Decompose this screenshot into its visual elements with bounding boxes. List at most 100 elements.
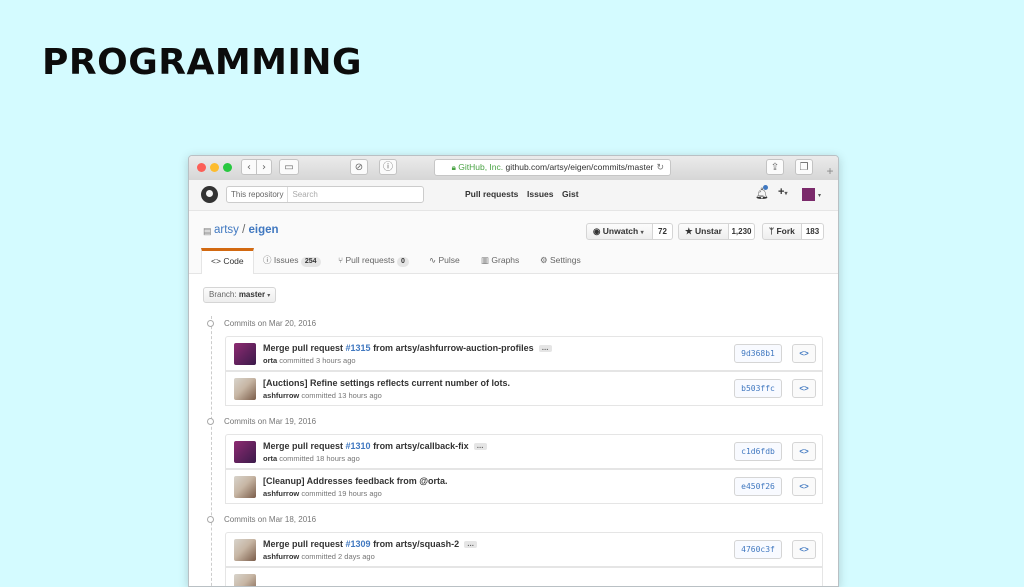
repo-owner-link[interactable]: artsy [214, 224, 239, 236]
chevron-down-icon: ▾ [267, 293, 271, 299]
avatar[interactable] [234, 378, 256, 400]
commit-author[interactable]: ashfurrow [263, 391, 299, 400]
commit-author[interactable]: orta [263, 454, 277, 463]
nav-gist[interactable]: Gist [562, 189, 579, 199]
pulls-counter: 0 [397, 257, 409, 267]
browse-code-button[interactable]: <> [792, 477, 816, 496]
browse-code-button[interactable]: <> [792, 540, 816, 559]
avatar[interactable] [234, 539, 256, 561]
url-security: GitHub, Inc. [458, 162, 504, 172]
close-window-button[interactable] [197, 163, 206, 172]
issues-counter: 254 [300, 257, 321, 267]
back-button[interactable]: ‹ [241, 159, 257, 175]
minimize-window-button[interactable] [210, 163, 219, 172]
block-icon[interactable]: ⊘ [350, 159, 368, 175]
branch-select[interactable]: Branch: master ▾ [203, 287, 277, 303]
reload-icon[interactable]: ↻ [656, 160, 664, 175]
nav-issues[interactable]: Issues [527, 189, 553, 199]
tab-issues[interactable]: ⓘ Issues 254 [263, 248, 321, 273]
repo-separator: / [242, 224, 246, 236]
tab-graphs[interactable]: ▥ Graphs [481, 248, 519, 273]
tab-pulse-label: Pulse [438, 255, 460, 265]
chevron-down-icon[interactable]: ▾ [818, 192, 821, 199]
fork-button[interactable]: ᛘ Fork [762, 223, 802, 240]
commit-icon [207, 418, 214, 426]
slide-title: PROGRAMMING [42, 42, 363, 83]
info-icon[interactable]: ⓘ [379, 159, 397, 175]
commit-author[interactable]: ashfurrow [263, 489, 299, 498]
commit-message[interactable]: [Auctions] Refine settings reflects curr… [263, 378, 510, 388]
commit-author[interactable]: orta [263, 356, 277, 365]
pulse-icon: ∿ [429, 255, 437, 265]
sidebar-toggle-icon[interactable]: ▭ [279, 159, 299, 175]
github-logo-icon[interactable] [201, 186, 218, 203]
search-placeholder: Search [292, 190, 318, 199]
commit-message[interactable]: Merge pull request #1315 from artsy/ashf… [263, 343, 552, 353]
forward-button[interactable]: › [256, 159, 272, 175]
unstar-button[interactable]: ★ Unstar [678, 223, 729, 240]
user-avatar[interactable] [802, 188, 815, 201]
browse-code-button[interactable]: <> [792, 344, 816, 363]
commit-row: Merge pull request #1315 from artsy/ashf… [225, 336, 823, 371]
expand-message-button[interactable]: … [538, 345, 552, 353]
star-icon: ★ [685, 226, 693, 236]
url-path: github.com/artsy/eigen/commits/master [505, 162, 654, 172]
avatar[interactable] [234, 476, 256, 498]
branch-label: Branch: [209, 290, 237, 299]
tab-pulls-label: Pull requests [345, 255, 395, 265]
commit-message[interactable]: Merge pull request #1310 from artsy/call… [263, 441, 487, 451]
repo-title: artsy / eigen [214, 224, 279, 236]
commit-meta: orta committed 3 hours ago [263, 356, 356, 365]
browse-code-button[interactable]: <> [792, 442, 816, 461]
pull-request-link[interactable]: #1315 [346, 343, 371, 353]
tab-pulse[interactable]: ∿ Pulse [429, 248, 460, 273]
commit-row: [Auctions] Refine settings reflects curr… [225, 371, 823, 406]
avatar[interactable] [234, 343, 256, 365]
tabs-overview-icon[interactable]: ❐ [795, 159, 813, 175]
commit-message[interactable]: [Cleanup] Addresses feedback from @orta. [263, 476, 448, 486]
repo-header: ▤ artsy / eigen ◉ Unwatch ▾ 72 ★ Unstar … [189, 211, 838, 274]
commit-timeline [211, 316, 213, 586]
watch-count[interactable]: 72 [653, 223, 673, 240]
zoom-window-button[interactable] [223, 163, 232, 172]
browse-code-button[interactable]: <> [792, 379, 816, 398]
search-input[interactable]: This repository Search [226, 186, 424, 203]
commit-sha-button[interactable]: b503ffc [734, 379, 782, 398]
create-new-icon[interactable]: +▾ [778, 186, 787, 198]
commit-meta: ashfurrow committed 19 hours ago [263, 489, 382, 498]
unwatch-button[interactable]: ◉ Unwatch ▾ [586, 223, 653, 240]
repo-name-link[interactable]: eigen [249, 224, 279, 236]
share-icon[interactable]: ⇪ [766, 159, 784, 175]
fork-count[interactable]: 183 [802, 223, 824, 240]
expand-message-button[interactable]: … [473, 443, 487, 451]
commit-sha-button[interactable]: e450f26 [734, 477, 782, 496]
commit-sha-button[interactable]: 9d368b1 [734, 344, 782, 363]
search-scope: This repository [227, 187, 289, 202]
expand-message-button[interactable]: … [464, 541, 478, 549]
commit-row-partial [225, 567, 823, 586]
graph-icon: ▥ [481, 255, 490, 265]
commit-author[interactable]: ashfurrow [263, 552, 299, 561]
pull-request-link[interactable]: #1310 [346, 441, 371, 451]
commit-meta: ashfurrow committed 13 hours ago [263, 391, 382, 400]
new-tab-icon[interactable]: + [823, 163, 837, 179]
pull-request-link[interactable]: #1309 [346, 539, 371, 549]
address-bar[interactable]: 🔒︎ GitHub, Inc. github.com/artsy/eigen/c… [434, 159, 671, 176]
commit-row: Merge pull request #1309 from artsy/squa… [225, 532, 823, 567]
avatar[interactable] [234, 441, 256, 463]
commit-sha-button[interactable]: 4760c3f [734, 540, 782, 559]
tab-settings[interactable]: ⚙ Settings [540, 248, 581, 273]
pull-request-icon: ⑂ [338, 255, 344, 265]
browser-window: ‹ › ▭ ⊘ ⓘ 🔒︎ GitHub, Inc. github.com/art… [188, 155, 839, 587]
tab-settings-label: Settings [550, 255, 581, 265]
commit-sha-button[interactable]: c1d6fdb [734, 442, 782, 461]
tab-pull-requests[interactable]: ⑂ Pull requests 0 [338, 248, 409, 273]
unwatch-label: Unwatch [602, 226, 639, 236]
commit-group-date: Commits on Mar 19, 2016 [207, 417, 316, 426]
tab-code[interactable]: <> Code [201, 248, 254, 274]
commit-message[interactable]: Merge pull request #1309 from artsy/squa… [263, 539, 478, 549]
star-count[interactable]: 1,230 [729, 223, 755, 240]
nav-pull-requests[interactable]: Pull requests [465, 189, 518, 199]
commit-icon [207, 516, 214, 524]
unstar-label: Unstar [695, 226, 722, 236]
